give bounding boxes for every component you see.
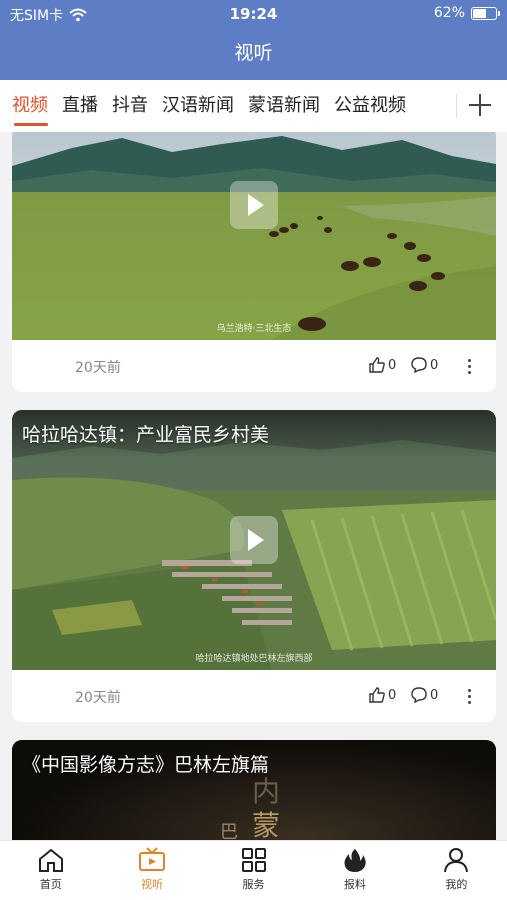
person-icon bbox=[444, 848, 469, 873]
nav-label: 视听 bbox=[141, 878, 164, 891]
video-feed[interactable]: 乌兰浩特·三北生态 20天前 0 0 哈拉哈达镇：产业富民乡村美 哈拉哈达镇地处… bbox=[0, 132, 507, 840]
nav-label: 我的 bbox=[445, 878, 468, 891]
nav-audiovisual[interactable]: 视听 bbox=[101, 841, 202, 900]
publish-time: 20天前 bbox=[75, 360, 121, 376]
video-title[interactable]: 哈拉哈达镇：产业富民乡村美 bbox=[22, 420, 269, 447]
thumbs-up-icon bbox=[369, 357, 385, 373]
tab-2[interactable]: 抖音 bbox=[105, 80, 155, 132]
comment-count: 0 bbox=[430, 687, 439, 703]
video-thumbnail[interactable]: 乌兰浩特·三北生态 bbox=[12, 132, 496, 340]
tv-icon bbox=[139, 847, 166, 871]
play-icon[interactable] bbox=[230, 516, 278, 564]
nav-home[interactable]: 首页 bbox=[0, 841, 101, 900]
like-button[interactable]: 0 bbox=[368, 356, 396, 374]
tab-3[interactable]: 汉语新闻 bbox=[155, 80, 241, 132]
video-card[interactable]: 哈拉哈达镇：产业富民乡村美 哈拉哈达镇地处巴林左旗西部 20天前 0 0 bbox=[12, 410, 496, 722]
battery-icon bbox=[471, 6, 500, 20]
nav-report[interactable]: 报料 bbox=[304, 841, 405, 900]
comment-icon bbox=[411, 687, 427, 704]
status-right: 62% bbox=[433, 5, 500, 21]
tab-4[interactable]: 蒙语新闻 bbox=[241, 80, 327, 132]
more-options-icon[interactable] bbox=[468, 359, 472, 377]
tab-5[interactable]: 公益视频 bbox=[327, 80, 413, 132]
clock: 19:24 bbox=[229, 5, 278, 23]
grid-icon bbox=[241, 848, 266, 872]
status-bar: 无SIM卡 19:24 62% bbox=[0, 0, 507, 28]
category-tabs: 视频 直播 抖音 汉语新闻 蒙语新闻 公益视频 bbox=[0, 80, 507, 132]
publish-time: 20天前 bbox=[75, 690, 121, 706]
overlay-text: 蒙 bbox=[252, 809, 281, 840]
comment-icon bbox=[411, 357, 427, 374]
play-icon[interactable] bbox=[230, 181, 278, 229]
comment-button[interactable]: 0 bbox=[410, 356, 438, 374]
tab-0[interactable]: 视频 bbox=[0, 80, 55, 132]
video-thumbnail[interactable]: 哈拉哈达镇：产业富民乡村美 哈拉哈达镇地处巴林左旗西部 bbox=[12, 410, 496, 670]
comment-count: 0 bbox=[430, 357, 439, 373]
video-card[interactable]: 乌兰浩特·三北生态 20天前 0 0 bbox=[12, 132, 496, 392]
header-bar: 无SIM卡 19:24 62% 视听 bbox=[0, 0, 507, 80]
nav-profile[interactable]: 我的 bbox=[406, 841, 507, 900]
card-meta: 20天前 0 0 bbox=[12, 342, 496, 392]
more-options-icon[interactable] bbox=[468, 689, 472, 707]
bottom-nav: 首页 视听 服务 报料 我的 bbox=[0, 840, 507, 900]
like-count: 0 bbox=[388, 687, 397, 703]
overlay-text: 巴 bbox=[220, 822, 238, 840]
thumbs-up-icon bbox=[369, 687, 385, 703]
page-title: 视听 bbox=[234, 42, 273, 64]
card-meta: 20天前 0 0 bbox=[12, 672, 496, 722]
nav-label: 首页 bbox=[39, 878, 62, 891]
video-card[interactable]: 《中国影像方志》巴林左旗篇 内 蒙 巴 bbox=[12, 740, 496, 840]
add-channel-icon[interactable] bbox=[467, 92, 493, 118]
flame-icon bbox=[344, 849, 366, 872]
tab-list: 视频 直播 抖音 汉语新闻 蒙语新闻 公益视频 bbox=[0, 80, 456, 132]
nav-services[interactable]: 服务 bbox=[203, 841, 304, 900]
like-count: 0 bbox=[388, 357, 397, 373]
video-caption: 哈拉哈达镇地处巴林左旗西部 bbox=[195, 654, 313, 664]
video-caption: 乌兰浩特·三北生态 bbox=[216, 324, 292, 334]
tab-1[interactable]: 直播 bbox=[55, 80, 105, 132]
tab-divider bbox=[456, 94, 457, 118]
comment-button[interactable]: 0 bbox=[410, 686, 438, 704]
video-title[interactable]: 《中国影像方志》巴林左旗篇 bbox=[22, 750, 269, 777]
video-thumbnail[interactable]: 《中国影像方志》巴林左旗篇 内 蒙 巴 bbox=[12, 740, 496, 840]
nav-label: 服务 bbox=[242, 878, 265, 891]
like-button[interactable]: 0 bbox=[368, 686, 396, 704]
battery-percent: 62% bbox=[433, 5, 465, 21]
home-icon bbox=[38, 848, 63, 872]
nav-label: 报料 bbox=[343, 878, 366, 891]
grassland-image bbox=[12, 132, 496, 340]
